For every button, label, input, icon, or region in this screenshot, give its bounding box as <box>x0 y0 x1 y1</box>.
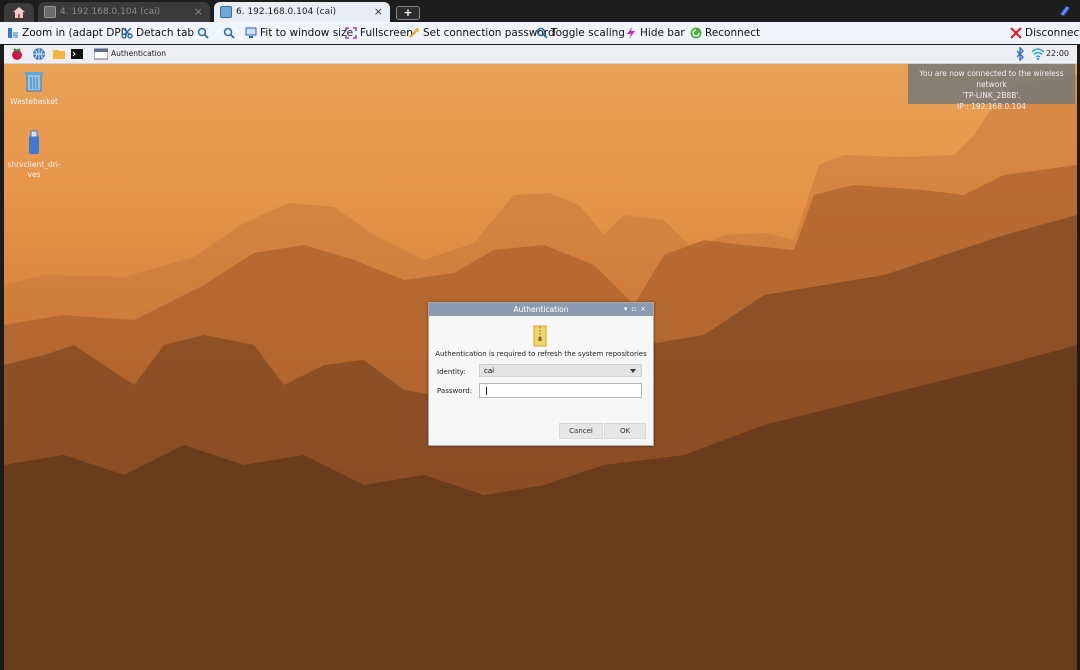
monitor-icon <box>220 6 232 18</box>
password-label: Password: <box>437 387 473 395</box>
zip-archive-icon <box>533 325 547 347</box>
tab-label: 4. 192.168.0.104 (cai) <box>60 7 161 17</box>
fullscreen-label: Fullscreen <box>360 27 413 39</box>
wifi-icon[interactable] <box>1031 47 1045 61</box>
fit-window-button[interactable]: Fit to window size <box>245 22 353 44</box>
remote-session-icon <box>44 6 56 18</box>
dialog-message: Authentication is required to refresh th… <box>435 350 647 358</box>
zoom-in-icon <box>8 28 18 38</box>
hide-bar-label: Hide bar <box>640 27 685 39</box>
close-tab-icon[interactable]: × <box>194 5 203 18</box>
usb-drive-icon <box>29 130 39 154</box>
reconnect-icon <box>690 27 702 39</box>
disconnect-label: Disconnect <box>1025 27 1080 39</box>
identity-select[interactable]: cai <box>479 364 642 377</box>
text-cursor <box>486 387 487 395</box>
detach-tab-label: Detach tab <box>136 27 195 39</box>
fullscreen-button[interactable]: Fullscreen <box>345 22 413 44</box>
taskbar-panel: Authentication 22:00 <box>4 45 1077 64</box>
tab-bar: 4. 192.168.0.104 (cai) × 6. 192.168.0.10… <box>0 0 1080 22</box>
close-icon <box>1010 27 1022 39</box>
drive-desktop-icon[interactable]: shrvclient_dri- ves <box>4 121 64 189</box>
window-controls: ▾▫× <box>624 303 650 316</box>
cancel-button[interactable]: Cancel <box>559 423 603 439</box>
network-notification[interactable]: You are now connected to the wireless ne… <box>908 64 1075 111</box>
authentication-dialog: Authentication ▾▫× Authentication is req… <box>428 302 654 446</box>
trash-icon <box>25 72 43 92</box>
toggle-scaling-button[interactable]: Toggle scaling <box>536 22 625 44</box>
close-tab-icon[interactable]: × <box>374 5 383 18</box>
web-browser-icon[interactable] <box>32 47 46 61</box>
taskbar-window-label[interactable]: Authentication <box>111 49 166 58</box>
raspberry-menu-icon[interactable] <box>10 47 24 61</box>
toggle-scaling-label: Toggle scaling <box>551 27 625 39</box>
zoom-button[interactable] <box>197 22 212 44</box>
home-tab[interactable] <box>4 3 34 22</box>
close-icon[interactable]: × <box>640 305 650 313</box>
dialog-title: Authentication <box>513 305 569 314</box>
set-password-label: Set connection password <box>423 27 555 39</box>
window-icon[interactable] <box>94 47 108 61</box>
zoom-in-button[interactable]: Zoom in (adapt DPI) <box>7 22 128 44</box>
set-password-button[interactable]: Set connection password <box>408 22 555 44</box>
magnifier-icon <box>197 27 209 39</box>
dropdown-arrow-icon <box>630 369 636 373</box>
maximize-icon[interactable]: ▫ <box>631 305 640 313</box>
home-icon <box>13 7 25 18</box>
identity-value: cai <box>484 367 495 375</box>
wastebasket-label: Wastebasket <box>10 97 58 106</box>
tab-connection-6[interactable]: 6. 192.168.0.104 (cai) × <box>214 2 390 22</box>
reconnect-label: Reconnect <box>705 27 761 39</box>
disconnect-button[interactable]: Disconnect <box>1010 22 1080 44</box>
tab-connection-4[interactable]: 4. 192.168.0.104 (cai) × <box>38 2 210 22</box>
zoom-in-label: Zoom in (adapt DPI) <box>22 27 128 39</box>
detach-tab-button[interactable]: Detach tab <box>121 22 194 44</box>
identity-label: Identity: <box>437 368 466 376</box>
wastebasket-desktop-icon[interactable]: Wastebasket <box>4 69 64 107</box>
remote-desktop[interactable]: Authentication 22:00 Wastebasket shrvcli… <box>4 45 1077 670</box>
magnifier-icon <box>536 27 548 39</box>
lightning-icon <box>627 27 635 39</box>
key-icon <box>409 28 419 38</box>
ok-button[interactable]: OK <box>604 423 646 439</box>
scissors-icon <box>121 27 133 39</box>
magnifier-icon <box>223 27 235 39</box>
notification-line: You are now connected to the wireless ne… <box>919 69 1064 89</box>
bluetooth-icon[interactable] <box>1013 47 1027 61</box>
reconnect-button[interactable]: Reconnect <box>690 22 760 44</box>
fit-window-label: Fit to window size <box>260 27 354 39</box>
terminal-icon[interactable] <box>70 47 84 61</box>
tab-label: 6. 192.168.0.104 (cai) <box>236 7 337 17</box>
toolbar: Zoom in (adapt DPI) Detach tab Fit to wi… <box>0 22 1080 45</box>
fullscreen-icon <box>345 27 357 39</box>
hide-bar-button[interactable]: Hide bar <box>625 22 685 44</box>
notification-line: IP : 192.168.0.104 <box>957 102 1026 111</box>
app-logo-icon <box>1060 6 1070 16</box>
new-tab-button[interactable]: + <box>396 6 420 20</box>
drive-label: shrvclient_dri- ves <box>7 160 61 179</box>
clock[interactable]: 22:00 <box>1046 49 1069 58</box>
password-field[interactable] <box>479 383 642 398</box>
file-manager-icon[interactable] <box>52 47 66 61</box>
monitor-icon <box>245 27 257 38</box>
notification-line: 'TP-LINK_2B8B'. <box>962 91 1021 100</box>
zoom-out-button[interactable] <box>223 22 238 44</box>
dialog-titlebar[interactable]: Authentication ▾▫× <box>429 303 653 316</box>
